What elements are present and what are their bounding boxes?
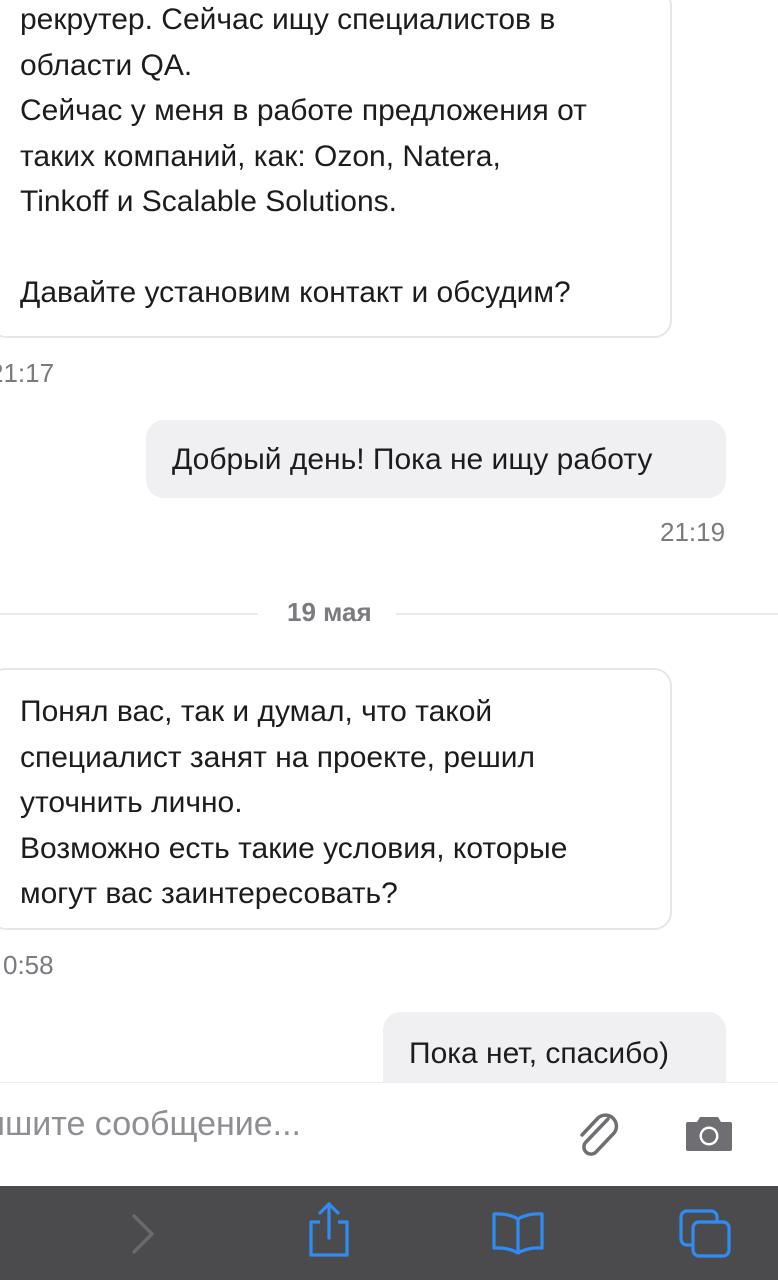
share-icon[interactable]	[306, 1200, 352, 1260]
message-line: Возможно есть такие условия, которые	[20, 831, 568, 865]
bookmarks-icon[interactable]	[490, 1210, 546, 1256]
message-line: области QA.	[20, 48, 193, 82]
chat-area[interactable]: рекрутер. Сейчас ищу специалистов в обла…	[0, 0, 778, 1082]
message-time: 0:58	[3, 950, 54, 980]
camera-icon[interactable]	[684, 1111, 734, 1155]
message-text: Пока нет, спасибо)	[409, 1037, 669, 1070]
date-separator-line	[0, 613, 258, 615]
message-line: Давайте установим контакт и обсудим?	[20, 276, 571, 309]
message-line: Сейчас у меня в работе предложения от	[20, 94, 587, 127]
message-line: Tinkoff и Scalable Solutions.	[20, 185, 397, 218]
date-separator: 19 мая	[287, 597, 372, 627]
paperclip-icon[interactable]	[570, 1107, 626, 1163]
forward-icon[interactable]	[126, 1210, 160, 1258]
message-line: специалист занят на проекте, решил	[20, 740, 536, 774]
message-text: Добрый день! Пока не ищу работу	[172, 443, 653, 476]
message-line: уточнить лично.	[20, 786, 243, 819]
message-line: рекрутер. Сейчас ищу специалистов в	[20, 3, 556, 36]
message-time: 21:19	[660, 517, 726, 547]
message-line: могут вас заинтересовать?	[20, 877, 398, 910]
message-bubble-incoming[interactable]: рекрутер. Сейчас ищу специалистов в обла…	[0, 0, 672, 338]
message-bubble-outgoing[interactable]: Добрый день! Пока не ищу работу	[146, 420, 726, 498]
message-bubble-incoming[interactable]: Понял вас, так и думал, что такой специа…	[0, 668, 672, 930]
date-separator-line	[396, 613, 778, 615]
message-bubble-outgoing[interactable]: Пока нет, спасибо)	[383, 1012, 726, 1082]
message-input[interactable]: ишите сообщение...	[0, 1105, 301, 1144]
tabs-icon[interactable]	[678, 1208, 732, 1260]
message-line: Понял вас, так и думал, что такой	[20, 695, 493, 728]
message-time: 21:17	[0, 358, 55, 388]
message-composer: ишите сообщение...	[0, 1082, 778, 1187]
browser-toolbar	[0, 1186, 778, 1280]
message-line: таких компаний, как: Ozon, Natera,	[20, 139, 501, 173]
